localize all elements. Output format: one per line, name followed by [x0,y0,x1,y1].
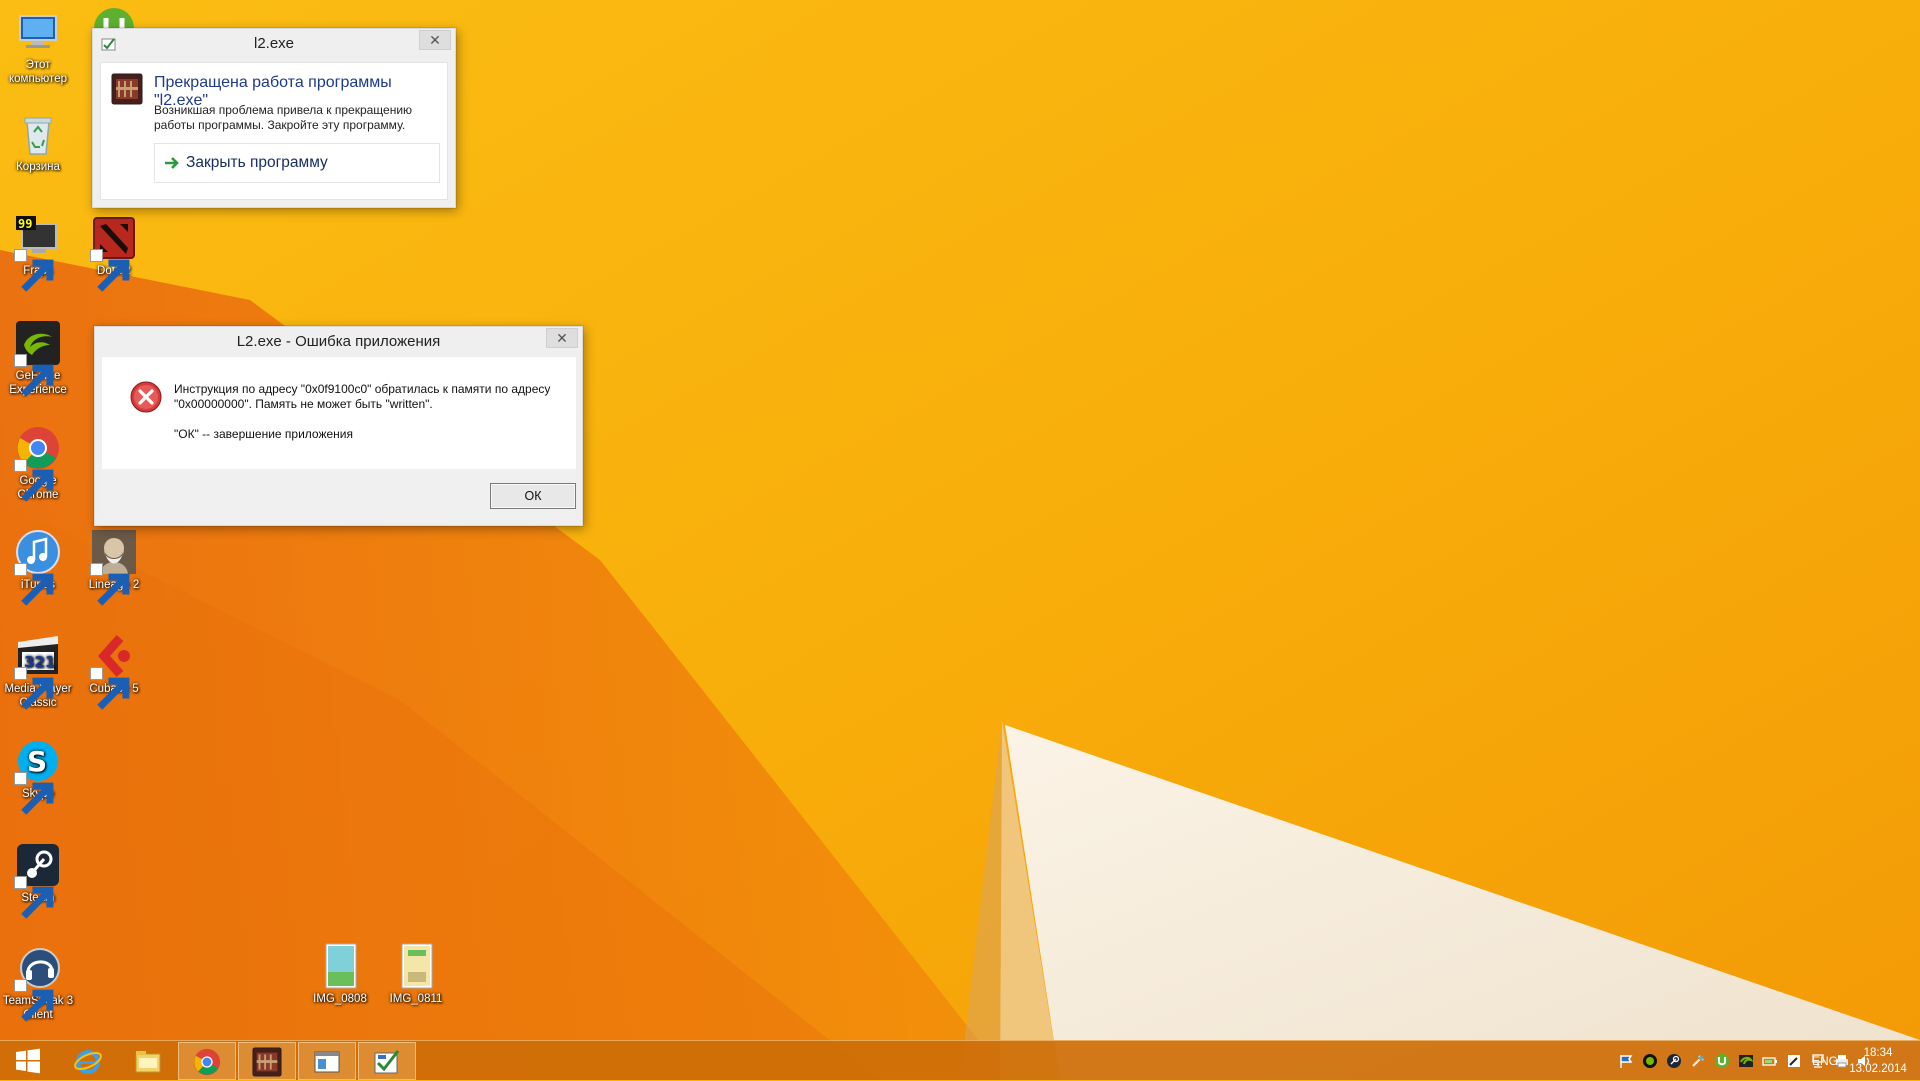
internet-explorer-icon [74,1050,102,1074]
desktop-icon-chrome[interactable]: Google Chrome [0,424,78,502]
shortcut-arrow-icon [14,354,54,397]
tray-flag[interactable] [1618,1053,1634,1069]
taskbar: ENG 18:34 13.02.2014 [0,1040,1920,1080]
error-message: Инструкция по адресу "0x0f9100c0" обрати… [174,382,564,442]
close-icon: ✕ [429,32,441,48]
error-message-line1: Инструкция по адресу "0x0f9100c0" обрати… [174,382,551,411]
desktop-icon-label: IMG_0811 [389,993,443,1005]
chrome-icon [193,1048,221,1076]
clock-time: 18:34 [1863,1047,1893,1059]
flag-icon [1620,1055,1633,1068]
crash-report-icon [374,1050,400,1074]
lineage-icon [252,1047,282,1077]
taskbar-lineage[interactable] [238,1042,296,1080]
error-message-line2: "ОК" -- завершение приложения [174,427,353,441]
desktop-icon-computer[interactable]: Этот компьютер [0,8,78,86]
tray-utorrent[interactable] [1714,1053,1730,1069]
crash-dialog-description: Возникшая проблема привела к прекращению… [154,103,413,132]
desktop-icon-img-0808[interactable]: IMG_0808 [300,942,380,1006]
recycle-bin-icon [24,117,52,155]
shortcut-arrow-icon [14,667,54,710]
desktop-icon-img-0811[interactable]: IMG_0811 [376,942,456,1006]
tool-icon [1692,1055,1704,1067]
system-tray: ENG 18:34 13.02.2014 [1500,1041,1920,1081]
desktop-icon-fraps[interactable]: 99 Fraps [0,214,78,292]
close-program-button[interactable]: Закрыть программу [154,143,440,183]
application-error-dialog: L2.exe - Ошибка приложения ✕ Инструкция … [94,326,583,526]
taskbar-window[interactable] [298,1042,356,1080]
error-dialog-close-button[interactable]: ✕ [546,328,578,348]
tray-nvidia[interactable] [1738,1053,1754,1069]
image-file-icon [325,943,357,989]
shortcut-arrow-icon [14,563,54,606]
computer-icon [19,15,57,48]
desktop-icon-media-player[interactable]: 321 Media Player Classic [0,632,78,710]
tray-nvidia-share[interactable] [1642,1053,1658,1069]
taskbar-file-explorer[interactable] [120,1042,178,1080]
tray-steam[interactable] [1666,1053,1682,1069]
tray-tool[interactable] [1690,1053,1706,1069]
close-program-label: Закрыть программу [186,154,328,171]
battery-icon [1762,1057,1777,1066]
windows-start-icon [16,1048,40,1074]
pen-icon [1788,1055,1800,1067]
shortcut-arrow-icon [90,667,130,710]
system-clock[interactable]: 18:34 13.02.2014 [1844,1045,1912,1077]
nvidia-tray-icon [1643,1054,1657,1068]
taskbar-internet-explorer[interactable] [60,1042,118,1080]
crash-dialog-body: Прекращена работа программы "l2.exe" Воз… [100,62,448,200]
shortcut-arrow-icon [14,876,54,919]
crash-dialog-title: l2.exe [253,35,295,52]
desktop-icon-steam[interactable]: Steam [0,841,78,919]
window-icon [314,1051,340,1073]
shortcut-arrow-icon [90,249,130,292]
crash-report-icon [101,38,116,51]
desktop-icon-lineage[interactable]: Lineage 2 [74,528,154,606]
utorrent-icon [1715,1054,1729,1068]
lineage-app-icon [111,73,143,105]
clock-date: 13.02.2014 [1849,1063,1907,1075]
desktop-icon-cubase[interactable]: Cubase 5 [74,632,154,710]
shortcut-arrow-icon [14,249,54,292]
image-file-icon [401,943,433,989]
arrow-right-icon [165,157,179,169]
crash-dialog-close-button[interactable]: ✕ [419,30,451,50]
shortcut-arrow-icon [90,563,130,606]
tray-pen[interactable] [1786,1053,1802,1069]
taskbar-crash-report[interactable] [358,1042,416,1080]
close-icon: ✕ [556,330,568,346]
desktop-icon-dota[interactable]: Dota 2 [74,214,154,292]
desktop-icon-recycle-bin[interactable]: Корзина [0,110,78,174]
desktop-icon-teamspeak[interactable]: TeamSpeak 3 Client [0,944,78,1022]
shortcut-arrow-icon [14,979,54,1022]
desktop-icon-itunes[interactable]: iTunes [0,528,78,606]
taskbar-chrome[interactable] [178,1042,236,1080]
error-dialog-titlebar[interactable]: L2.exe - Ошибка приложения ✕ [95,327,582,357]
desktop-icon-geforce[interactable]: GeForce Experience [0,319,78,397]
shortcut-arrow-icon [14,772,54,815]
ok-button[interactable]: ОК [490,483,576,509]
nvidia-icon [1739,1055,1754,1067]
desktop-icon-skype[interactable]: S Skype [0,737,78,815]
svg-text:99: 99 [18,217,32,231]
desktop-icon-label: IMG_0808 [313,993,367,1005]
error-dialog-body: Инструкция по адресу "0x0f9100c0" обрати… [102,357,576,519]
error-dialog-title: L2.exe - Ошибка приложения [236,333,441,350]
error-icon [130,381,162,413]
error-message-area: Инструкция по адресу "0x0f9100c0" обрати… [102,357,576,469]
steam-tray-icon [1667,1054,1681,1068]
input-language-indicator[interactable]: ENG [1812,1054,1838,1068]
start-button[interactable] [0,1042,58,1080]
desktop-icon-label: Этот компьютер [9,59,67,85]
desktop-icon-label: Корзина [16,161,60,173]
tray-battery[interactable] [1762,1053,1778,1069]
shortcut-arrow-icon [14,459,54,502]
crash-report-dialog: l2.exe ✕ Прекращена работа программы "l2… [92,28,456,208]
file-explorer-icon [135,1051,161,1073]
crash-dialog-titlebar[interactable]: l2.exe ✕ [93,29,455,59]
